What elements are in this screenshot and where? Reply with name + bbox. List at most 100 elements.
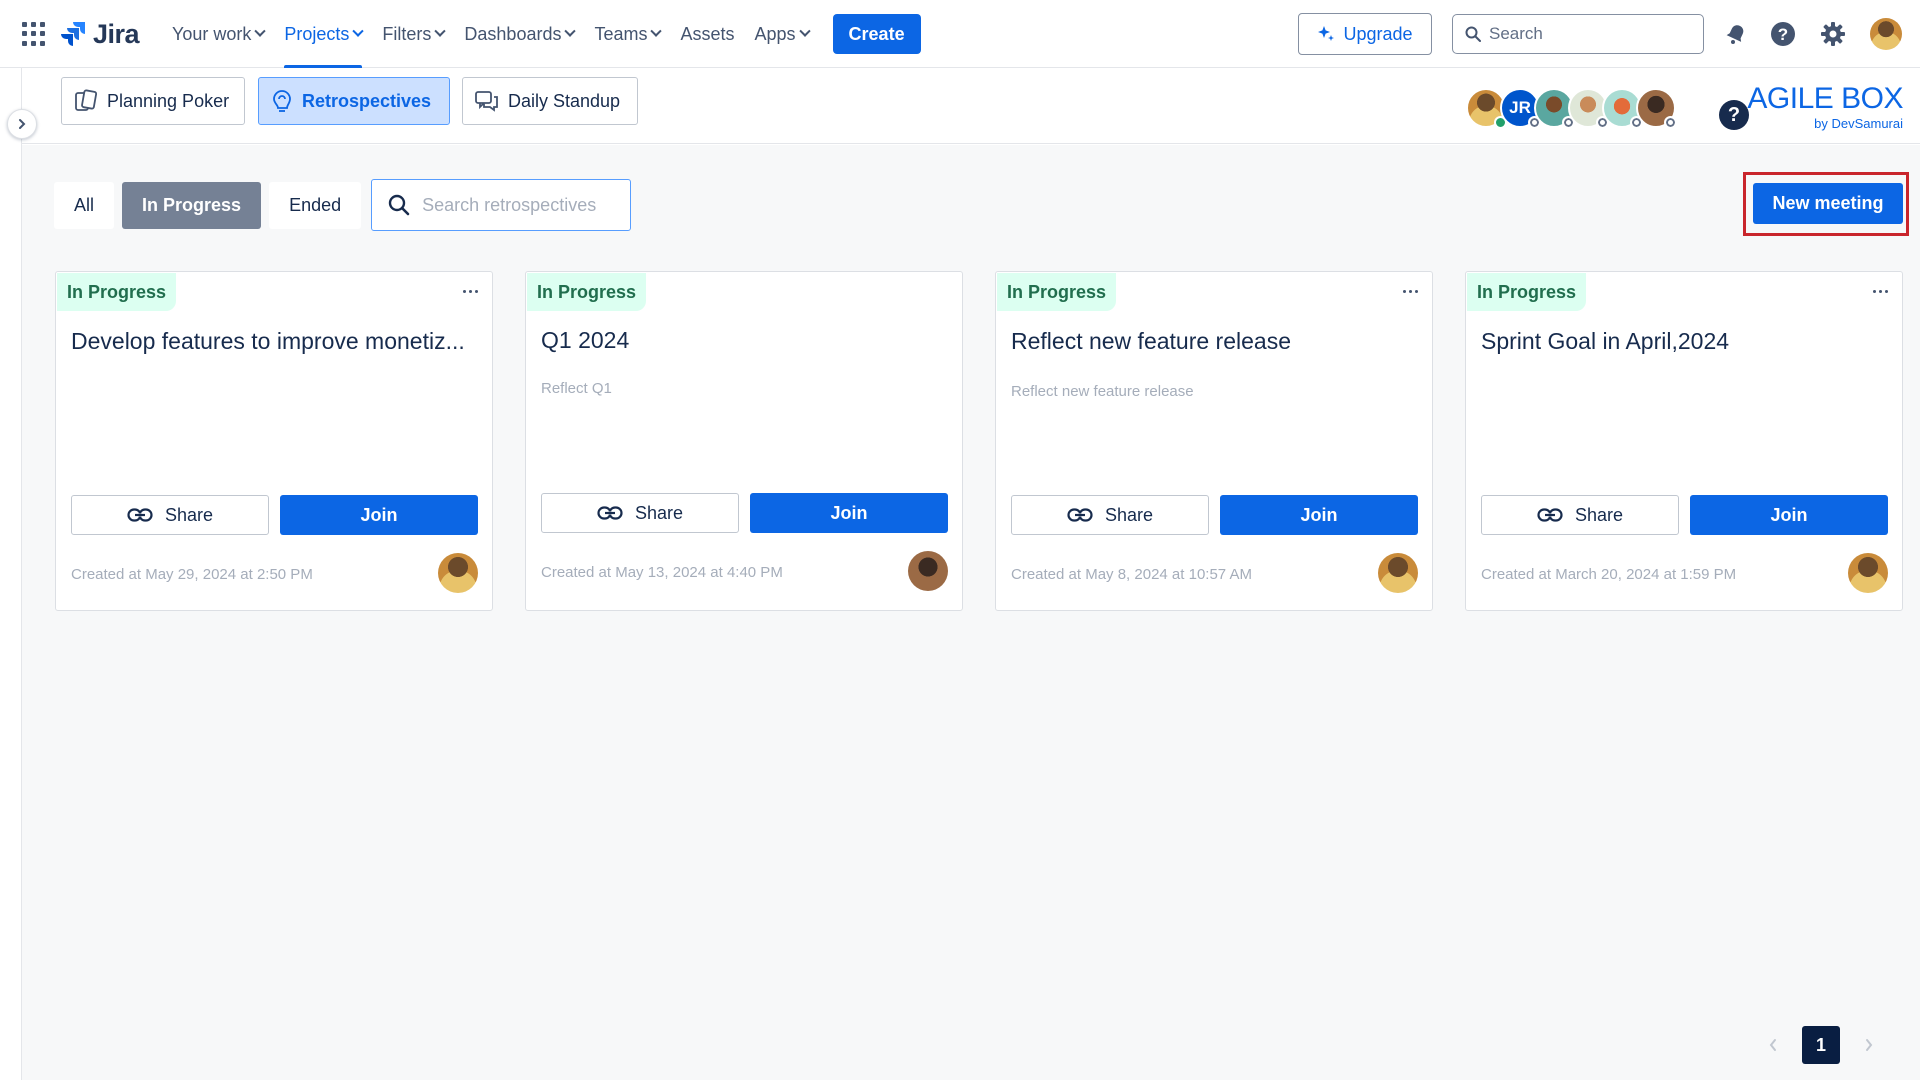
retro-search-input[interactable] [422,194,623,216]
chevron-down-icon [650,25,663,37]
retro-search-box[interactable] [371,179,632,231]
creator-avatar [908,551,948,591]
cards-icon [75,89,98,111]
nav-label: Teams [594,23,648,44]
status-filter-bar: All In Progress Ended [54,179,632,231]
filter-all-button[interactable]: All [54,181,115,229]
nav-label: Dashboards [464,23,562,44]
status-badge: In Progress [57,273,177,311]
expand-sidebar-button[interactable] [7,109,37,139]
nav-teams[interactable]: Teams [584,0,670,68]
share-label: Share [164,504,214,525]
jira-logo-text: Jira [93,18,140,49]
card-title: Sprint Goal in April,2024 [1481,328,1730,354]
chevron-down-icon [798,25,811,37]
card-title: Develop features to improve monetiz... [71,328,465,354]
next-page-icon[interactable] [1862,1038,1876,1052]
filter-in-progress-button[interactable]: In Progress [122,181,262,229]
retro-card[interactable]: In Progress Q1 2024 Reflect Q1 Share Joi… [525,271,963,611]
nav-label: Apps [754,23,796,44]
help-icon[interactable]: ? [1769,20,1797,48]
nav-your-work[interactable]: Your work [162,0,274,68]
nav-apps[interactable]: Apps [745,0,819,68]
jira-logo-icon [61,22,85,46]
agile-box-header: Planning Poker Retrospectives Daily Stan… [22,68,1920,144]
upgrade-label: Upgrade [1343,23,1413,44]
global-search-input[interactable]: Search [1452,14,1704,54]
nav-dashboards[interactable]: Dashboards [454,0,584,68]
left-sidebar-rail [0,68,22,1080]
status-badge: In Progress [527,273,647,311]
notifications-icon[interactable] [1722,20,1750,48]
tab-retrospectives[interactable]: Retrospectives [258,77,450,125]
card-description: Reflect Q1 [541,380,612,397]
brand-byline: by DevSamurai [1814,116,1903,131]
svg-text:?: ? [1778,25,1788,44]
tab-planning-poker[interactable]: Planning Poker [61,77,245,125]
share-button[interactable]: Share [1011,495,1209,535]
more-options-icon[interactable] [1870,284,1890,298]
creator-avatar [1378,553,1418,593]
retro-card[interactable]: In Progress Reflect new feature release … [995,271,1433,611]
created-date: Created at May 13, 2024 at 4:40 PM [541,564,783,581]
nav-label: Filters [382,23,432,44]
tab-label: Retrospectives [302,90,432,111]
offline-status-icon [1664,116,1677,129]
tab-label: Planning Poker [107,90,230,111]
help-glyph: ? [1727,103,1741,126]
share-button[interactable]: Share [1481,495,1679,535]
link-icon [127,508,153,522]
creator-avatar [1848,553,1888,593]
retro-card[interactable]: In Progress Sprint Goal in April,2024 Sh… [1465,271,1903,611]
card-title: Reflect new feature release [1011,328,1291,354]
created-date: Created at May 8, 2024 at 10:57 AM [1011,566,1252,583]
tab-daily-standup[interactable]: Daily Standup [462,77,638,125]
nav-assets[interactable]: Assets [670,0,744,68]
join-button[interactable]: Join [1220,495,1418,535]
nav-label: Assets [680,23,735,44]
app-help-icon[interactable]: ? [1719,100,1749,130]
avatar-initials: JR [1509,98,1531,117]
nav-label: Your work [172,23,252,44]
more-options-icon[interactable] [460,284,480,298]
card-description: Reflect new feature release [1011,383,1194,400]
status-badge: In Progress [1467,273,1587,311]
create-button[interactable]: Create [832,14,921,54]
previous-page-icon[interactable] [1766,1038,1780,1052]
search-icon [1465,26,1481,42]
created-date: Created at March 20, 2024 at 1:59 PM [1481,566,1737,583]
tab-label: Daily Standup [508,90,621,111]
share-label: Share [1104,504,1154,525]
main-menu: Your work Projects Filters Dashboards Te… [162,0,921,68]
team-avatar[interactable] [1636,88,1677,129]
join-button[interactable]: Join [750,493,948,533]
share-label: Share [634,502,684,523]
filter-ended-button[interactable]: Ended [269,181,362,229]
app-switcher-icon[interactable] [22,22,46,46]
share-button[interactable]: Share [541,493,739,533]
share-button[interactable]: Share [71,495,269,535]
new-meeting-button[interactable]: New meeting [1753,183,1903,224]
search-icon [388,194,410,216]
card-title: Q1 2024 [541,327,630,353]
profile-avatar[interactable] [1870,18,1902,50]
upgrade-button[interactable]: Upgrade [1298,13,1432,55]
team-avatar-group[interactable]: JR [1466,88,1677,129]
retro-icon [273,90,291,112]
more-options-icon[interactable] [1400,284,1420,298]
settings-gear-icon[interactable] [1819,20,1847,48]
creator-avatar [438,553,478,593]
jira-logo[interactable]: Jira [61,18,140,49]
nav-projects[interactable]: Projects [274,0,372,68]
agile-box-brand: AGILE BOX by DevSamurai [1747,82,1903,131]
join-button[interactable]: Join [280,495,478,535]
link-icon [1067,508,1093,522]
pagination: 1 [1766,1025,1876,1065]
sparkle-icon [1318,26,1335,41]
chevron-right-icon [19,119,26,129]
nav-filters[interactable]: Filters [372,0,454,68]
page-number-button[interactable]: 1 [1802,1026,1840,1064]
status-badge: In Progress [997,273,1117,311]
join-button[interactable]: Join [1690,495,1888,535]
retro-card[interactable]: In Progress Develop features to improve … [55,271,493,611]
